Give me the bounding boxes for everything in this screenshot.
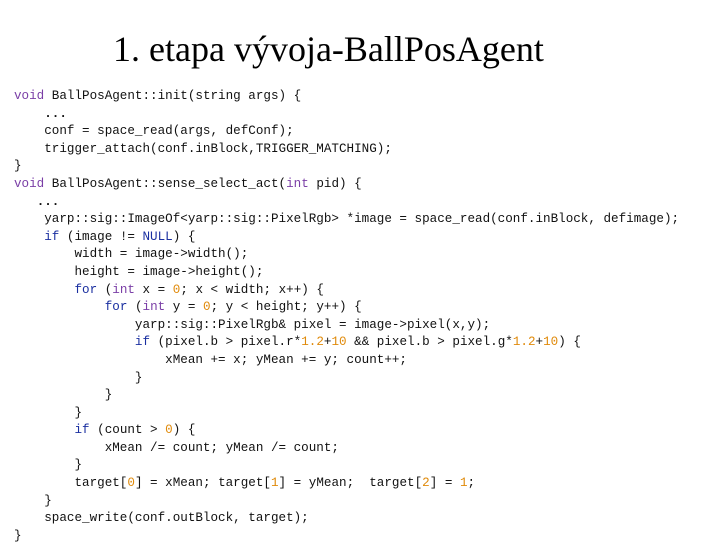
code-text: ] = xMean; target[	[134, 476, 271, 491]
code-text: x =	[134, 282, 173, 297]
code-text: }	[14, 458, 83, 473]
code-token-kwb: for	[74, 282, 98, 297]
code-text: }	[14, 493, 52, 508]
code-text: (	[97, 282, 113, 297]
code-token-num: 1	[459, 476, 468, 491]
code-line: void BallPosAgent::init(string args) {	[14, 88, 679, 106]
code-text: ;	[467, 476, 476, 491]
code-line: target[0] = xMean; target[1] = yMean; ta…	[14, 475, 679, 493]
code-text: ] =	[429, 476, 460, 491]
code-token-kw: int	[112, 282, 135, 297]
code-line: conf = space_read(args, defConf);	[14, 123, 679, 141]
code-token-num: 2	[422, 476, 430, 491]
code-line: height = image->height();	[14, 264, 679, 282]
code-token-ellipsis: ...	[36, 194, 60, 209]
code-token-kwb: for	[104, 300, 128, 315]
code-text: conf = space_read(args, defConf);	[14, 124, 294, 139]
code-token-kwb: if	[44, 229, 60, 244]
code-token-num: 0	[165, 423, 173, 438]
code-text: }	[14, 388, 113, 403]
code-line: trigger_attach(conf.inBlock,TRIGGER_MATC…	[14, 141, 679, 159]
code-line: }	[14, 528, 679, 545]
code-line: if (image != NULL) {	[14, 229, 679, 247]
code-line: for (int x = 0; x < width; x++) {	[14, 282, 679, 300]
code-line: xMean += x; yMean += y; count++;	[14, 352, 679, 370]
code-text: space_write(conf.outBlock, target);	[14, 511, 309, 526]
code-token-num: 10	[331, 335, 347, 350]
code-line: }	[14, 493, 679, 511]
code-text: pid) {	[308, 176, 362, 191]
code-text: }	[14, 370, 143, 385]
code-text: trigger_attach(conf.inBlock,TRIGGER_MATC…	[14, 141, 392, 156]
code-token-kw: void	[14, 176, 45, 191]
code-text: ) {	[558, 335, 581, 350]
code-text: xMean += x; yMean += y; count++;	[14, 352, 407, 367]
code-line: }	[14, 405, 679, 423]
code-text: }	[14, 405, 83, 420]
code-line: if (count > 0) {	[14, 422, 679, 440]
code-line: if (pixel.b > pixel.r*1.2+10 && pixel.b …	[14, 334, 679, 352]
code-line: }	[14, 370, 679, 388]
code-text: width = image->width();	[14, 247, 249, 262]
code-text: }	[14, 159, 22, 174]
code-line: }	[14, 158, 679, 176]
code-token-kw: void	[14, 89, 45, 103]
code-block: void BallPosAgent::init(string args) { .…	[14, 88, 679, 545]
code-line: space_write(conf.outBlock, target);	[14, 510, 679, 528]
code-token-num: 1.2	[512, 335, 536, 350]
code-text: (pixel.b > pixel.r*	[150, 335, 302, 350]
code-token-num: 10	[543, 335, 559, 350]
code-text: }	[14, 528, 22, 543]
code-token-ellipsis: ...	[44, 106, 67, 121]
code-token-num: 1.2	[301, 335, 324, 350]
code-text: +	[535, 335, 544, 350]
code-text: (image !=	[59, 229, 143, 244]
code-token-num: 0	[203, 300, 211, 315]
code-text: ] = yMean; target[	[278, 476, 423, 491]
code-token-num: 0	[127, 476, 135, 491]
code-line: }	[14, 387, 679, 405]
code-text: (count >	[89, 423, 166, 438]
code-text: height = image->height();	[14, 264, 264, 279]
code-text: ; x < width; x++) {	[180, 282, 324, 297]
code-text: target[	[14, 476, 128, 491]
code-line: void BallPosAgent::sense_select_act(int …	[14, 176, 679, 194]
code-line: yarp::sig::PixelRgb& pixel = image->pixe…	[14, 317, 679, 335]
code-text: ) {	[172, 423, 196, 438]
code-text: yarp::sig::ImageOf<yarp::sig::PixelRgb> …	[14, 212, 680, 227]
code-text: && pixel.b > pixel.g*	[346, 335, 513, 350]
code-line: ...	[14, 106, 679, 124]
code-line: yarp::sig::ImageOf<yarp::sig::PixelRgb> …	[14, 211, 679, 229]
code-line: }	[14, 457, 679, 475]
code-text: ; y < height; y++) {	[210, 300, 362, 315]
code-line: width = image->width();	[14, 246, 679, 264]
code-token-num: 1	[270, 476, 279, 491]
code-text: BallPosAgent::init(string args) {	[44, 89, 302, 103]
code-token-kw: int	[286, 176, 309, 191]
code-line: for (int y = 0; y < height; y++) {	[14, 299, 679, 317]
slide-title: 1. etapa vývoja-BallPosAgent	[113, 29, 544, 69]
code-token-kwb: if	[74, 423, 90, 438]
code-text: y =	[165, 300, 203, 315]
code-text: (	[127, 300, 143, 315]
code-line: ...	[14, 194, 679, 212]
code-text: ) {	[172, 229, 196, 244]
code-token-kwb: if	[134, 335, 151, 350]
code-text: yarp::sig::PixelRgb& pixel = image->pixe…	[14, 317, 491, 332]
code-text: BallPosAgent::sense_select_act(	[44, 176, 287, 191]
code-line: xMean /= count; yMean /= count;	[14, 440, 679, 458]
code-token-kw: int	[142, 300, 166, 315]
code-text: xMean /= count; yMean /= count;	[14, 440, 339, 455]
code-token-kwb: NULL	[142, 229, 173, 244]
